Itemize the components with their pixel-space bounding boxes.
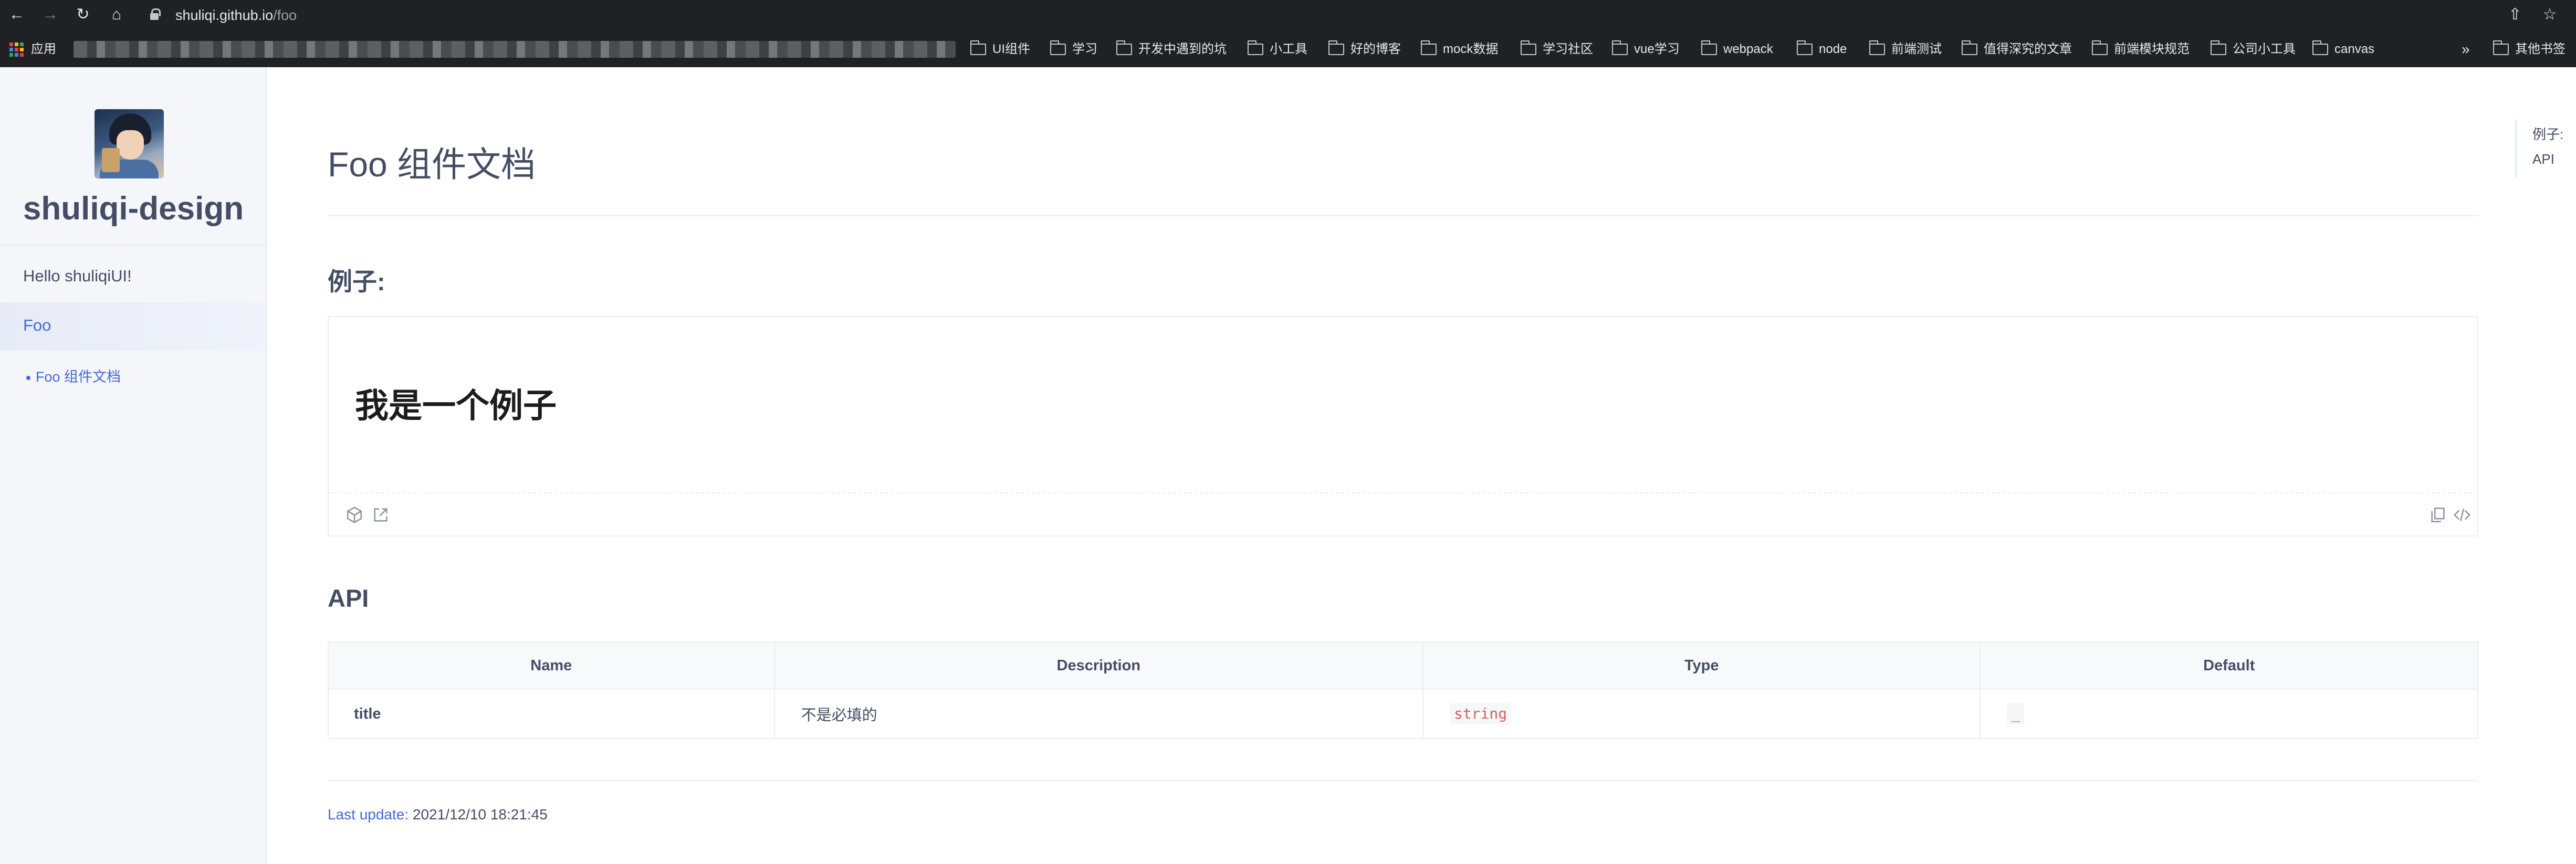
api-table: Name Description Type Default title 不是必填… bbox=[328, 641, 2478, 739]
back-icon[interactable]: ← bbox=[6, 4, 27, 25]
last-update: Last update: 2021/12/10 18:21:45 bbox=[328, 806, 548, 823]
bookmark-folder[interactable]: 公司小工具 bbox=[2210, 36, 2296, 63]
avatar[interactable] bbox=[95, 109, 164, 178]
bookmarks-bar: 应用 UI组件 学习 开发中遇到的坑 小工具 好的博客 mock数据 学习社区 … bbox=[0, 36, 2576, 63]
other-bookmarks[interactable]: 其他书签 bbox=[2493, 36, 2565, 63]
sidebar-subitem-foo-docs[interactable]: Foo 组件文档 bbox=[26, 365, 121, 386]
bookmark-folder[interactable]: UI组件 bbox=[970, 36, 1030, 63]
demo-block: 我是一个例子 bbox=[328, 316, 2478, 536]
browser-chrome: ← → ↻ ⌂ shuliqi.github.io/foo ⇧ ☆ 应用 UI组… bbox=[0, 0, 2576, 67]
apps-label: 应用 bbox=[31, 42, 56, 56]
folder-icon bbox=[1247, 40, 1263, 55]
bookmark-folder[interactable]: 前端模块规范 bbox=[2091, 36, 2190, 63]
share-icon[interactable]: ⇧ bbox=[2505, 4, 2526, 25]
column-header: Name bbox=[328, 641, 775, 690]
main-content: Foo 组件文档 例子: 我是一个例子 API Name Description… bbox=[328, 67, 2478, 864]
bookmark-folder[interactable]: 学习社区 bbox=[1520, 36, 1593, 63]
external-link-icon[interactable] bbox=[372, 506, 390, 524]
star-icon[interactable]: ☆ bbox=[2539, 4, 2560, 25]
table-row: title 不是必填的 string _ bbox=[328, 689, 2478, 739]
last-update-value: 2021/12/10 18:21:45 bbox=[412, 806, 548, 823]
demo-preview: 我是一个例子 bbox=[329, 317, 2477, 493]
folder-icon bbox=[1050, 40, 1066, 55]
api-heading: API bbox=[328, 584, 369, 612]
cell-name: title bbox=[328, 689, 775, 739]
home-icon[interactable]: ⌂ bbox=[106, 4, 127, 25]
apps-button[interactable]: 应用 bbox=[9, 36, 56, 63]
more-bookmarks-button[interactable]: » bbox=[2462, 36, 2470, 63]
page-title: Foo 组件文档 bbox=[328, 145, 536, 184]
cell-type: string bbox=[1422, 689, 1981, 739]
folder-icon bbox=[2493, 40, 2509, 55]
folder-icon bbox=[1520, 40, 1536, 55]
bookmark-folder[interactable]: canvas bbox=[2312, 36, 2374, 63]
sidebar: shuliqi-design Hello shuliqiUI! Foo Foo … bbox=[0, 67, 267, 864]
folder-icon bbox=[1701, 40, 1717, 55]
folder-icon bbox=[1116, 40, 1132, 55]
code-icon[interactable] bbox=[2453, 506, 2471, 524]
title-divider bbox=[328, 215, 2478, 216]
table-of-contents: 例子: API bbox=[2515, 120, 2576, 177]
folder-icon bbox=[1328, 40, 1344, 55]
codesandbox-icon[interactable] bbox=[345, 506, 363, 524]
folder-icon bbox=[2210, 40, 2226, 55]
address-bar-row: ← → ↻ ⌂ shuliqi.github.io/foo ⇧ ☆ bbox=[0, 0, 2576, 29]
folder-icon bbox=[1611, 40, 1628, 55]
cell-description: 不是必填的 bbox=[773, 689, 1423, 739]
sidebar-item-foo[interactable]: Foo bbox=[23, 316, 51, 335]
bookmark-folder[interactable]: mock数据 bbox=[1420, 36, 1498, 63]
folder-icon bbox=[1420, 40, 1437, 55]
bookmark-folder[interactable]: 好的博客 bbox=[1328, 36, 1401, 63]
example-heading: 例子: bbox=[328, 268, 385, 296]
forward-icon[interactable]: → bbox=[40, 4, 61, 25]
address-bar[interactable]: shuliqi.github.io/foo bbox=[141, 1, 2504, 28]
folder-icon bbox=[2091, 40, 2108, 55]
lock-icon[interactable] bbox=[150, 8, 161, 20]
last-update-label: Last update: bbox=[328, 806, 409, 823]
folder-icon bbox=[1961, 40, 1977, 55]
footer-divider bbox=[328, 780, 2478, 781]
table-header-row: Name Description Type Default bbox=[328, 641, 2478, 690]
bookmark-folder[interactable]: 学习 bbox=[1050, 36, 1097, 63]
copy-icon[interactable] bbox=[2429, 506, 2447, 524]
bookmark-folder[interactable]: vue学习 bbox=[1611, 36, 1680, 63]
column-header: Description bbox=[773, 641, 1423, 690]
bookmark-folder[interactable]: 前端测试 bbox=[1869, 36, 1942, 63]
column-header: Default bbox=[1980, 641, 2478, 690]
bookmark-folder[interactable]: 小工具 bbox=[1247, 36, 1307, 63]
bookmark-folder[interactable]: node bbox=[1796, 36, 1847, 63]
bookmark-folder[interactable]: 开发中遇到的坑 bbox=[1116, 36, 1227, 63]
site-title[interactable]: shuliqi-design bbox=[0, 190, 267, 227]
bookmark-folder[interactable]: 值得深究的文章 bbox=[1961, 36, 2072, 63]
folder-icon bbox=[2312, 40, 2328, 55]
column-header: Type bbox=[1422, 641, 1981, 690]
demo-text: 我是一个例子 bbox=[355, 387, 557, 425]
folder-icon bbox=[970, 40, 986, 55]
sidebar-divider bbox=[0, 245, 266, 246]
url-text[interactable]: shuliqi.github.io/foo bbox=[175, 7, 297, 24]
sidebar-item-hello[interactable]: Hello shuliqiUI! bbox=[23, 267, 132, 286]
default-code: _ bbox=[2007, 703, 2025, 724]
type-code: string bbox=[1449, 703, 1512, 724]
demo-actions bbox=[329, 494, 2477, 535]
apps-grid-icon bbox=[9, 42, 24, 57]
folder-icon bbox=[1796, 40, 1813, 55]
reload-icon[interactable]: ↻ bbox=[72, 4, 93, 25]
bookmark-folder[interactable]: webpack bbox=[1701, 36, 1773, 63]
cell-default: _ bbox=[1980, 689, 2478, 739]
obscured-bookmarks bbox=[74, 41, 956, 58]
folder-icon bbox=[1869, 40, 1885, 55]
toc-item-api[interactable]: API bbox=[2532, 151, 2554, 167]
toc-item-example[interactable]: 例子: bbox=[2532, 124, 2563, 143]
